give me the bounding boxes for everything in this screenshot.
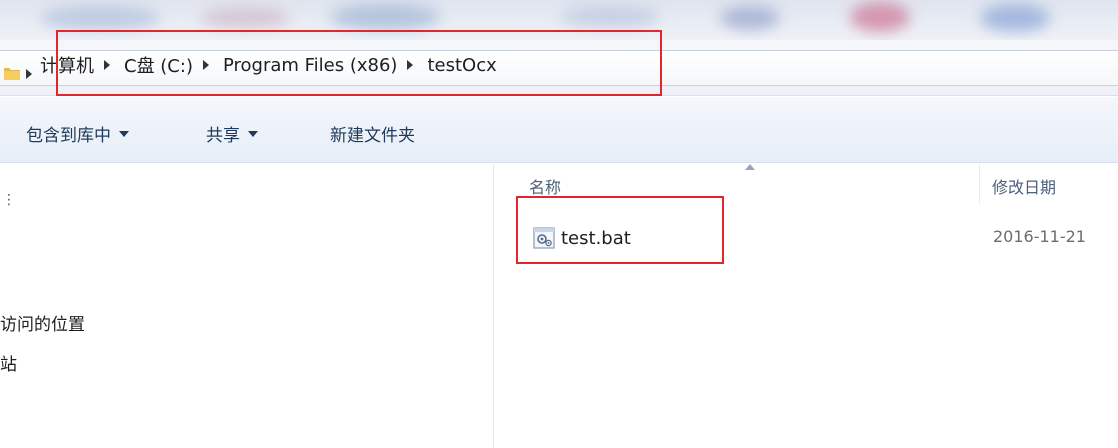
blurred-background xyxy=(330,4,440,30)
new-folder-label: 新建文件夹 xyxy=(330,126,415,146)
file-name: test.bat xyxy=(561,227,631,249)
include-in-library-label: 包含到库中 xyxy=(26,126,111,146)
blurred-background xyxy=(720,6,780,30)
breadcrumb: 计算机 C盘 (C:) Program Files (x86) testOcx xyxy=(40,52,497,78)
breadcrumb-c-drive[interactable]: C盘 (C:) xyxy=(124,52,193,78)
share-button[interactable]: 共享 xyxy=(206,121,258,146)
share-label: 共享 xyxy=(206,126,240,146)
file-row[interactable]: test.bat xyxy=(533,226,631,250)
blurred-background xyxy=(560,6,660,28)
blurred-background xyxy=(200,8,290,28)
chevron-down-icon xyxy=(119,130,129,137)
navigation-pane[interactable]: ⋮ 访问的位置 站 xyxy=(0,164,494,448)
file-modified-date: 2016-11-21 xyxy=(993,227,1086,246)
breadcrumb-computer[interactable]: 计算机 xyxy=(40,52,94,78)
address-bar[interactable]: 计算机 C盘 (C:) Program Files (x86) testOcx xyxy=(0,40,1118,96)
blurred-background xyxy=(40,6,160,30)
blurred-background xyxy=(850,2,910,32)
chevron-right-icon[interactable] xyxy=(405,54,415,76)
command-toolbar: 包含到库中 共享 新建文件夹 xyxy=(0,97,1118,163)
folder-icon xyxy=(4,68,20,80)
chevron-right-icon[interactable] xyxy=(201,54,211,76)
include-in-library-button[interactable]: 包含到库中 xyxy=(26,121,129,146)
blurred-background xyxy=(980,4,1050,32)
nav-item-recent-places[interactable]: 访问的位置 xyxy=(0,310,85,335)
window-title-bar xyxy=(0,0,1118,40)
chevron-down-icon xyxy=(248,130,258,137)
column-header-modified[interactable]: 修改日期 xyxy=(992,174,1056,198)
chevron-right-icon[interactable] xyxy=(25,69,33,79)
sort-ascending-icon xyxy=(745,164,755,170)
scroll-indicator-icon: ⋮ xyxy=(2,192,16,208)
breadcrumb-testocx[interactable]: testOcx xyxy=(427,55,496,76)
file-list-pane[interactable]: 名称 修改日期 test.bat 2016-11-21 xyxy=(495,164,1118,448)
nav-item-site[interactable]: 站 xyxy=(0,350,17,375)
chevron-right-icon[interactable] xyxy=(102,54,112,76)
new-folder-button[interactable]: 新建文件夹 xyxy=(330,121,415,146)
breadcrumb-program-files[interactable]: Program Files (x86) xyxy=(223,55,398,76)
column-divider[interactable] xyxy=(979,164,980,204)
batch-file-icon xyxy=(533,227,555,249)
column-header-name[interactable]: 名称 xyxy=(529,174,561,198)
